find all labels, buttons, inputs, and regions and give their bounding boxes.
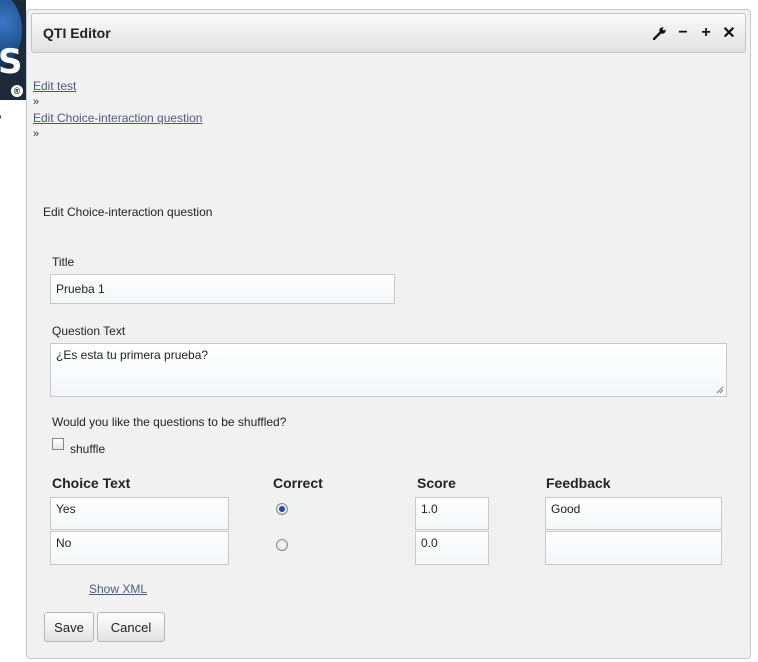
show-xml-link[interactable]: Show XML	[89, 582, 147, 596]
maximize-icon[interactable]: +	[698, 22, 714, 44]
feedback-input[interactable]: Good	[545, 497, 722, 530]
breadcrumb-separator: »	[33, 96, 40, 108]
feedback-input[interactable]	[545, 531, 722, 565]
portlet-controls: − + ✕	[652, 22, 737, 44]
bullet-icon	[0, 83, 1, 87]
minimize-icon[interactable]: −	[675, 22, 691, 44]
breadcrumb: Edit test » Edit Choice-interaction ques…	[0, 78, 300, 142]
correct-header: Correct	[273, 475, 323, 491]
title-label: Title	[52, 255, 75, 269]
feedback-header: Feedback	[546, 475, 611, 491]
correct-radio[interactable]	[276, 539, 288, 551]
score-header: Score	[417, 475, 456, 491]
close-icon[interactable]: ✕	[721, 22, 737, 44]
score-input[interactable]: 1.0	[415, 497, 489, 530]
page-subtitle: Edit Choice-interaction question	[43, 205, 213, 219]
correct-radio[interactable]	[276, 503, 288, 515]
breadcrumb-separator: »	[33, 128, 40, 140]
breadcrumb-link-edit-test[interactable]: Edit test	[33, 79, 76, 93]
score-value: 1.0	[421, 502, 438, 516]
logo-letter: S	[0, 42, 23, 82]
score-input[interactable]: 0.0	[415, 531, 489, 565]
breadcrumb-item: Edit test	[0, 78, 300, 94]
choice-text-value: No	[56, 536, 72, 550]
cancel-button[interactable]: Cancel	[97, 612, 165, 642]
portlet-titlebar: QTI Editor − + ✕	[31, 13, 746, 53]
choice-text-value: Yes	[56, 502, 76, 516]
feedback-value: Good	[551, 502, 581, 516]
wrench-icon[interactable]	[652, 22, 668, 44]
shuffle-checkbox[interactable]	[52, 438, 64, 450]
breadcrumb-item: Edit Choice-interaction question	[0, 110, 300, 126]
question-text-area[interactable]: ¿Es esta tu primera prueba?	[50, 343, 727, 397]
question-text-label: Question Text	[52, 324, 126, 338]
breadcrumb-link-edit-question[interactable]: Edit Choice-interaction question	[33, 111, 202, 125]
choice-text-input[interactable]: Yes	[50, 497, 229, 530]
question-text-value: ¿Es esta tu primera prueba?	[56, 348, 209, 362]
title-input[interactable]	[50, 274, 395, 304]
shuffle-label: shuffle	[70, 442, 106, 456]
shuffle-prompt: Would you like the questions to be shuff…	[52, 415, 287, 429]
portlet-title: QTI Editor	[43, 25, 111, 41]
resize-handle-icon[interactable]	[716, 386, 724, 394]
score-value: 0.0	[421, 536, 438, 550]
choice-text-header: Choice Text	[52, 475, 131, 491]
bullet-icon	[0, 115, 1, 119]
choice-text-input[interactable]: No	[50, 531, 229, 565]
save-button[interactable]: Save	[44, 612, 94, 642]
